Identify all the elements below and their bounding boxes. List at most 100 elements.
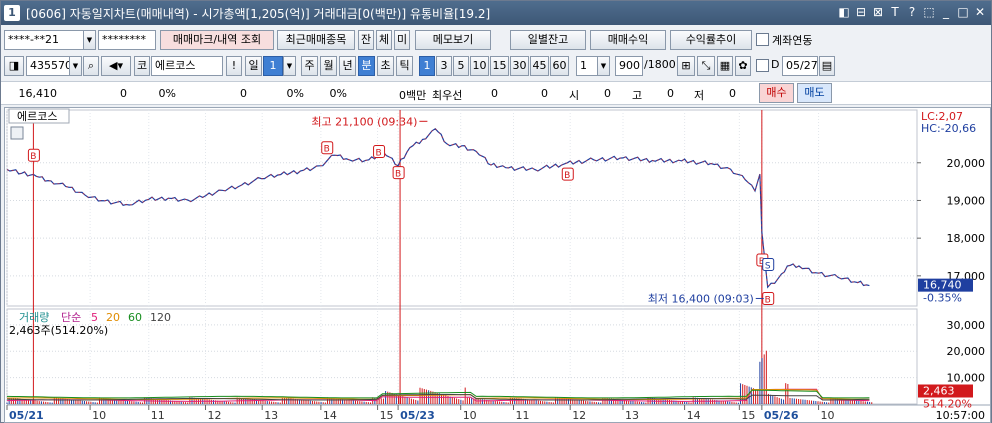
buy-mark-label: B <box>765 295 771 305</box>
maximize-button[interactable]: □ <box>956 4 970 20</box>
price-volume-chart[interactable]: 20,00019,00018,00017,00030,00020,00010,0… <box>5 108 990 422</box>
link-account-label: 계좌연동 <box>772 34 813 47</box>
time-label: 12 <box>207 409 221 422</box>
volume-legend-ma-value: 20 <box>106 311 120 324</box>
layout-icon[interactable]: ⊟ <box>854 4 868 20</box>
high-value: 0 <box>667 87 674 100</box>
last-price-tag-label: 16,740 <box>923 279 962 292</box>
price-tick-label: 19,000 <box>947 194 986 207</box>
amount-unit: 0백만 <box>399 89 427 102</box>
time-label: 12 <box>572 409 586 422</box>
gear-icon[interactable]: ✿ <box>735 56 751 76</box>
minute-45[interactable]: 45 <box>530 56 549 76</box>
time-label: 05/26 <box>764 409 799 422</box>
buy-mark-label: B <box>375 148 381 158</box>
help-icon[interactable]: ? <box>905 4 919 20</box>
period-day[interactable]: 일 <box>245 56 262 76</box>
stock-name-field[interactable]: 에르코스 <box>151 56 223 76</box>
memo-button[interactable]: 메모보기 <box>415 30 491 50</box>
best-ask: 0 <box>541 87 548 100</box>
link-icon[interactable]: ◧ <box>837 4 851 20</box>
price-tick-label: 20,000 <box>947 157 986 170</box>
chevron-down-icon[interactable]: ▼ <box>69 56 82 76</box>
change-percent: 0% <box>158 87 176 100</box>
time-label: 13 <box>264 409 278 422</box>
count-select[interactable]: 1 <box>576 56 598 76</box>
alert-icon[interactable]: ! <box>226 56 242 76</box>
link-account-checkbox[interactable] <box>756 33 769 46</box>
best-price-label: 최우선 <box>432 89 463 102</box>
buy-button[interactable]: 매수 <box>759 83 794 103</box>
time-label: 15 <box>741 409 755 422</box>
high-label: 고 <box>632 89 643 102</box>
minute-10[interactable]: 10 <box>470 56 489 76</box>
period-2[interactable]: 년 <box>339 56 356 76</box>
balance-button[interactable]: 잔 <box>358 30 374 50</box>
restore-icon[interactable]: ⬚ <box>922 4 936 20</box>
chevron-down-icon[interactable]: ▼ <box>83 30 96 50</box>
period-1[interactable]: 월 <box>320 56 337 76</box>
open-value: 0 <box>604 87 611 100</box>
period-3[interactable]: 분 <box>358 56 375 76</box>
volume-legend-ma-value: 5 <box>91 311 98 324</box>
turnover-percent: 0% <box>329 87 347 100</box>
screen-icon[interactable]: ⊠ <box>871 4 885 20</box>
recent-trades-button[interactable]: 최근매매종목 <box>277 30 355 50</box>
minute-60[interactable]: 60 <box>550 56 569 76</box>
date-field[interactable]: 05/27 <box>782 56 818 76</box>
minimize-button[interactable]: _ <box>939 4 953 20</box>
d-label: D <box>771 58 780 71</box>
sound-icon[interactable]: ◀▾ <box>101 56 131 76</box>
executed-button[interactable]: 체 <box>376 30 392 50</box>
time-label: 11 <box>151 409 165 422</box>
draw-tool-icon[interactable]: ⤡ <box>697 56 715 76</box>
period-day-count[interactable]: 1 <box>263 56 283 76</box>
period-4[interactable]: 초 <box>377 56 394 76</box>
account-field[interactable]: ****-**21 <box>4 30 84 50</box>
return-trend-button[interactable]: 수익률추이 <box>670 30 752 50</box>
minute-1[interactable]: 1 <box>419 56 435 76</box>
sell-mark-label: S <box>765 262 771 272</box>
crosshair-icon[interactable]: ⊞ <box>677 56 695 76</box>
chart-settings-icon[interactable]: ◨ <box>4 56 24 76</box>
period-5[interactable]: 틱 <box>396 56 413 76</box>
chevron-down-icon[interactable]: ▼ <box>283 56 296 76</box>
password-field[interactable]: ******** <box>98 30 156 50</box>
chevron-down-icon[interactable]: ▼ <box>597 56 610 76</box>
period-0[interactable]: 주 <box>301 56 318 76</box>
close-button[interactable]: ✕ <box>973 4 987 20</box>
account-toolbar: ****-**21 ▼ ******** 매매마크/내역 조회 최근매매종목 잔… <box>1 28 991 52</box>
grid-icon[interactable]: ▦ <box>717 56 733 76</box>
trade-mark-button[interactable]: 매매마크/내역 조회 <box>160 30 274 50</box>
stock-label: 에르코스 <box>17 110 57 123</box>
stock-code-field[interactable]: 435570 <box>26 56 70 76</box>
d-checkbox[interactable] <box>756 59 769 72</box>
daily-balance-button[interactable]: 일별잔고 <box>510 30 586 50</box>
minute-15[interactable]: 15 <box>490 56 509 76</box>
sell-button[interactable]: 매도 <box>797 83 832 103</box>
time-label: 14 <box>687 409 701 422</box>
volume-pct-tag: 514.20% <box>923 398 972 411</box>
high-annotation: 최고 21,100 (09:34) <box>311 115 417 128</box>
search-icon[interactable]: ⌕ <box>83 56 99 76</box>
time-label: 10 <box>92 409 106 422</box>
volume-legend-title: 거래량 <box>19 311 49 324</box>
time-label: 10 <box>463 409 477 422</box>
change-value: 0 <box>120 87 127 100</box>
market-prefix[interactable]: 코 <box>134 56 150 76</box>
minute-3[interactable]: 3 <box>436 56 452 76</box>
minute-30[interactable]: 30 <box>510 56 529 76</box>
volume-last-tag-label: 2,463 <box>923 385 955 398</box>
minute-5[interactable]: 5 <box>453 56 469 76</box>
window-title: [0606] 자동일지차트(매매내역) - 시가총액[1,205(억)] 거래대… <box>26 6 491 21</box>
hc-label: HC:-20,66 <box>921 122 976 135</box>
time-label: 13 <box>625 409 639 422</box>
calendar-icon[interactable]: ▤ <box>819 56 835 76</box>
trade-profit-button[interactable]: 매매수익 <box>590 30 666 50</box>
chart-area[interactable]: 20,000 19,000 18,000 17,000 30,000 20,000 10,0… <box>4 107 991 423</box>
current-price: 16,410 <box>18 87 58 100</box>
font-icon[interactable]: T <box>888 4 902 20</box>
time-label: 11 <box>515 409 529 422</box>
count-field[interactable]: 900 <box>615 56 643 76</box>
unfilled-button[interactable]: 미 <box>394 30 410 50</box>
